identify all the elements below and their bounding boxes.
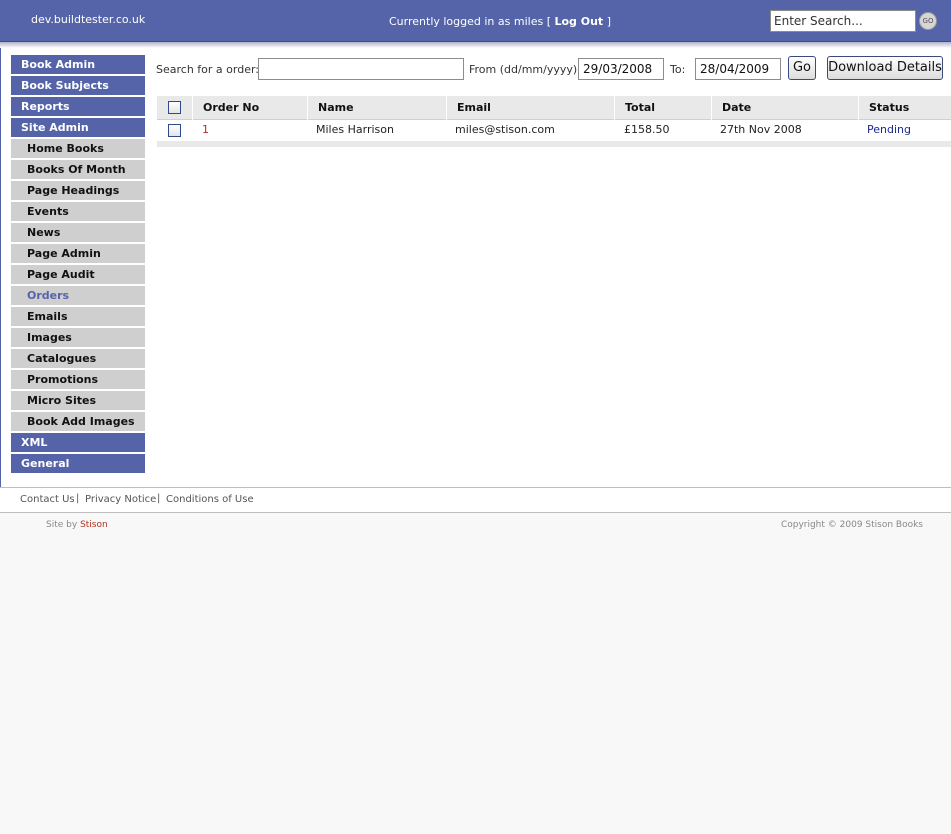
logout-link[interactable]: Log Out bbox=[554, 15, 603, 28]
table-footer bbox=[157, 141, 951, 147]
nav-sub-events[interactable]: Events bbox=[11, 202, 145, 221]
customer-name: Miles Harrison bbox=[316, 123, 394, 136]
column-header-name[interactable]: Name bbox=[307, 96, 446, 120]
contact-us-link[interactable]: Contact Us bbox=[20, 494, 75, 505]
site-search-input[interactable] bbox=[770, 10, 916, 32]
nav-item-general[interactable]: General bbox=[11, 454, 145, 473]
order-date: 27th Nov 2008 bbox=[720, 123, 802, 136]
order-total: £158.50 bbox=[624, 123, 670, 136]
nav-sub-images[interactable]: Images bbox=[11, 328, 145, 347]
search-go-button[interactable]: GO bbox=[919, 12, 937, 30]
nav-item-site-admin[interactable]: Site Admin bbox=[11, 118, 145, 137]
site-by-credit: Site by Stison bbox=[46, 520, 108, 530]
nav-sub-page-audit[interactable]: Page Audit bbox=[11, 265, 145, 284]
nav-item-book-admin[interactable]: Book Admin bbox=[11, 55, 145, 74]
nav-sub-books-of-month[interactable]: Books Of Month bbox=[11, 160, 145, 179]
nav-sub-orders[interactable]: Orders bbox=[11, 286, 145, 305]
nav-sub-promotions[interactable]: Promotions bbox=[11, 370, 145, 389]
order-status-link[interactable]: Pending bbox=[867, 120, 911, 140]
from-date-label: From (dd/mm/yyyy): bbox=[469, 63, 581, 76]
site-by-text: Site by bbox=[46, 520, 78, 530]
customer-email: miles@stison.com bbox=[455, 123, 555, 136]
from-date-input[interactable] bbox=[578, 58, 664, 80]
login-text: Currently logged in as miles [ bbox=[389, 15, 551, 28]
table-header: Order No Name Email Total Date Status bbox=[157, 96, 951, 120]
table-row: 1 Miles Harrison miles@stison.com £158.5… bbox=[157, 120, 951, 140]
nav-sub-page-headings[interactable]: Page Headings bbox=[11, 181, 145, 200]
nav-sub-news[interactable]: News bbox=[11, 223, 145, 242]
download-details-button[interactable]: Download Details bbox=[827, 56, 943, 80]
conditions-of-use-link[interactable]: Conditions of Use bbox=[166, 494, 254, 505]
login-bracket-close: ] bbox=[606, 15, 611, 28]
to-date-input[interactable] bbox=[695, 58, 781, 80]
column-header-email[interactable]: Email bbox=[446, 96, 614, 120]
nav-sub-emails[interactable]: Emails bbox=[11, 307, 145, 326]
select-all-checkbox[interactable] bbox=[168, 101, 181, 114]
top-bar: dev.buildtester.co.uk Currently logged i… bbox=[0, 0, 951, 42]
order-search-input[interactable] bbox=[258, 58, 464, 80]
column-header-status[interactable]: Status bbox=[858, 96, 951, 120]
to-date-label: To: bbox=[670, 63, 686, 76]
nav-sub-micro-sites[interactable]: Micro Sites bbox=[11, 391, 145, 410]
footer-divider-bottom bbox=[0, 512, 951, 513]
nav-item-reports[interactable]: Reports bbox=[11, 97, 145, 116]
column-header-total[interactable]: Total bbox=[614, 96, 711, 120]
nav-sub-book-add-images[interactable]: Book Add Images bbox=[11, 412, 145, 431]
sidebar-nav: Book Admin Book Subjects Reports Site Ad… bbox=[11, 55, 145, 475]
order-search-label: Search for a order: bbox=[156, 63, 259, 76]
go-button[interactable]: Go bbox=[788, 56, 816, 80]
privacy-notice-link[interactable]: Privacy Notice bbox=[85, 494, 156, 505]
login-status: Currently logged in as miles [ Log Out ] bbox=[389, 15, 611, 28]
nav-sub-catalogues[interactable]: Catalogues bbox=[11, 349, 145, 368]
nav-sub-page-admin[interactable]: Page Admin bbox=[11, 244, 145, 263]
copyright-text: Copyright © 2009 Stison Books bbox=[780, 520, 923, 530]
column-header-order-no[interactable]: Order No bbox=[192, 96, 307, 120]
site-name: dev.buildtester.co.uk bbox=[31, 13, 146, 26]
nav-item-book-subjects[interactable]: Book Subjects bbox=[11, 76, 145, 95]
row-checkbox[interactable] bbox=[168, 124, 181, 137]
order-no-link[interactable]: 1 bbox=[202, 120, 209, 140]
stison-link[interactable]: Stison bbox=[80, 520, 108, 530]
nav-sub-home-books[interactable]: Home Books bbox=[11, 139, 145, 158]
nav-item-xml[interactable]: XML bbox=[11, 433, 145, 452]
footer-separator: | bbox=[157, 493, 161, 504]
footer-separator: | bbox=[76, 493, 80, 504]
column-header-date[interactable]: Date bbox=[711, 96, 858, 120]
footer-links: Contact Us | Privacy Notice | Conditions… bbox=[0, 488, 951, 512]
